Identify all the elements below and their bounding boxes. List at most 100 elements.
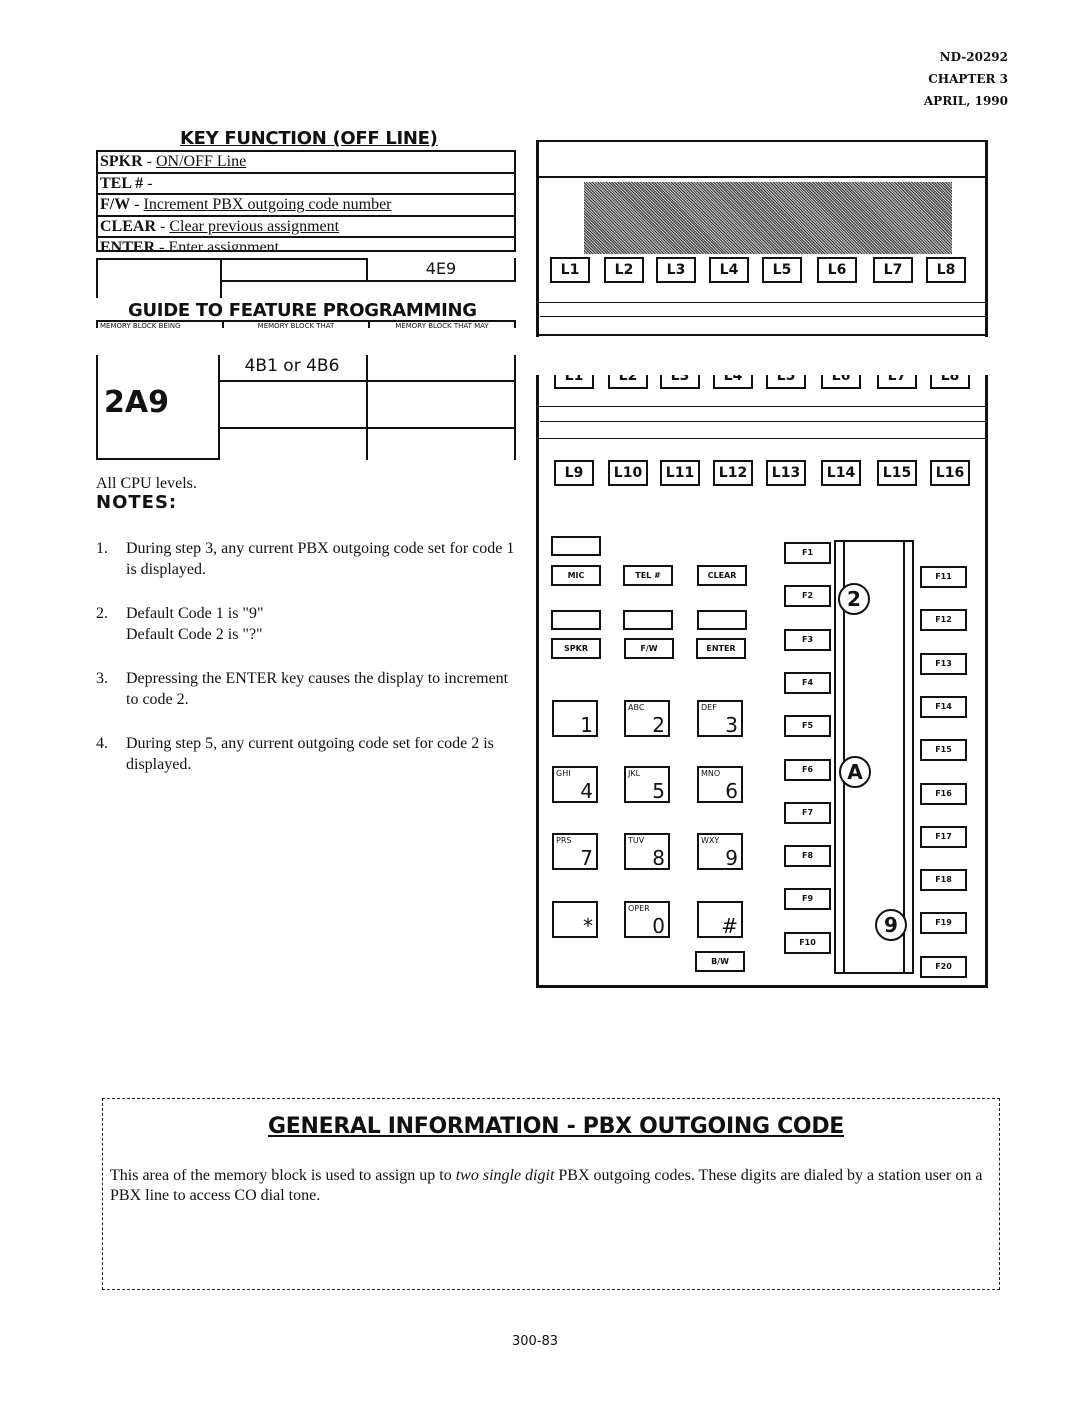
dial-key-digit: 9 xyxy=(725,846,738,870)
function-key-f1[interactable]: F1 xyxy=(784,542,831,564)
key-spkr[interactable]: SPKR xyxy=(551,638,601,659)
dial-key-4[interactable]: GHI 4 xyxy=(552,766,598,803)
line-key-l1[interactable]: L1 xyxy=(550,257,590,283)
dial-key-*[interactable]: * xyxy=(552,901,598,938)
line-key-l6[interactable]: L6 xyxy=(817,257,857,283)
function-key-f12[interactable]: F12 xyxy=(920,609,967,632)
line-key-l5[interactable]: L5 xyxy=(762,257,802,283)
dial-key-6[interactable]: MNO 6 xyxy=(697,766,743,803)
key-bw[interactable]: B/W xyxy=(695,951,745,972)
dial-key-7[interactable]: PRS 7 xyxy=(552,833,598,870)
line-key-ghost-l7: L7 xyxy=(877,375,917,389)
line-key-ghost-l4: L4 xyxy=(713,375,753,389)
note-number: 2. xyxy=(96,605,108,622)
line-key-ghost-l5: L5 xyxy=(766,375,806,389)
line-key-l3[interactable]: L3 xyxy=(656,257,696,283)
line-key-l7[interactable]: L7 xyxy=(873,257,913,283)
dial-key-letters: WXY xyxy=(701,836,720,845)
blank-key[interactable] xyxy=(697,610,747,630)
doc-number: ND-20292 xyxy=(939,50,1008,64)
function-key-f19[interactable]: F19 xyxy=(920,912,967,935)
function-key-f20[interactable]: F20 xyxy=(920,955,967,978)
blank-key[interactable] xyxy=(623,610,673,630)
related-blocks: 4B1 or 4B6 xyxy=(244,356,340,376)
function-key-f14[interactable]: F14 xyxy=(920,695,967,718)
dial-key-digit: 7 xyxy=(580,846,593,870)
key-function-row: SPKR - ON/OFF Line xyxy=(98,152,514,174)
key-name: F/W xyxy=(100,196,131,213)
line-key-l2[interactable]: L2 xyxy=(604,257,644,283)
line-key-l10[interactable]: L10 xyxy=(608,460,648,486)
dial-key-9[interactable]: WXY 9 xyxy=(697,833,743,870)
key-name: CLEAR xyxy=(100,217,157,235)
line-key-l8[interactable]: L8 xyxy=(926,257,966,283)
line-key-l4[interactable]: L4 xyxy=(709,257,749,283)
function-key-f9[interactable]: F9 xyxy=(784,888,831,911)
divider xyxy=(540,316,986,317)
dial-key-#[interactable]: # xyxy=(697,901,743,938)
dial-key-1[interactable]: 1 xyxy=(552,700,598,737)
step-marker-circle: 2 xyxy=(838,583,870,615)
line-key-ghost-l1: L1 xyxy=(554,375,594,389)
key-function-row: ENTER - Enter assignment xyxy=(98,238,514,252)
line-key-l11[interactable]: L11 xyxy=(660,460,700,486)
dial-key-letters: MNO xyxy=(701,769,721,778)
note-item: 4. During step 5, any current outgoing co… xyxy=(96,733,516,775)
key-enter[interactable]: ENTER xyxy=(696,638,746,659)
function-key-f4[interactable]: F4 xyxy=(784,671,831,694)
guide-title: GUIDE TO FEATURE PROGRAMMING xyxy=(128,300,477,321)
note-text: During step 5, any current outgoing code… xyxy=(126,735,494,773)
function-key-f3[interactable]: F3 xyxy=(784,628,831,651)
function-key-f8[interactable]: F8 xyxy=(784,845,831,868)
key-mic[interactable]: MIC xyxy=(551,565,601,586)
body-emphasis: two single digit xyxy=(455,1167,555,1184)
divider xyxy=(538,406,986,407)
function-key-f5[interactable]: F5 xyxy=(784,715,831,738)
line-key-l16[interactable]: L16 xyxy=(930,460,970,486)
dial-key-letters: GHI xyxy=(556,769,571,778)
key-name: ENTER xyxy=(100,239,156,252)
note-number: 1. xyxy=(96,540,108,557)
line-key-l14[interactable]: L14 xyxy=(821,460,861,486)
note-number: 4. xyxy=(96,735,108,752)
line-key-l15[interactable]: L15 xyxy=(877,460,917,486)
line-key-ghost-l2: L2 xyxy=(608,375,648,389)
note-text: Depressing the ENTER key causes the disp… xyxy=(126,670,509,708)
dial-key-digit: # xyxy=(721,914,738,938)
dial-key-digit: 6 xyxy=(725,779,738,803)
function-key-f16[interactable]: F16 xyxy=(920,782,967,805)
blank-key[interactable] xyxy=(551,610,601,630)
function-key-f15[interactable]: F15 xyxy=(920,739,967,762)
key-name: TEL # xyxy=(100,174,144,192)
key-fw[interactable]: F/W xyxy=(624,638,674,659)
blank-key[interactable] xyxy=(551,536,601,556)
dial-key-8[interactable]: TUV 8 xyxy=(624,833,670,870)
divider xyxy=(366,355,368,460)
dial-key-0[interactable]: OPER 0 xyxy=(624,901,670,938)
dial-key-5[interactable]: JKL 5 xyxy=(624,766,670,803)
general-info-title: GENERAL INFORMATION - PBX OUTGOING CODE xyxy=(268,1114,845,1139)
dial-key-3[interactable]: DEF 3 xyxy=(697,700,743,737)
function-key-f13[interactable]: F13 xyxy=(920,652,967,675)
dial-key-digit: 4 xyxy=(580,779,593,803)
function-key-f6[interactable]: F6 xyxy=(784,758,831,781)
dial-key-letters: OPER xyxy=(628,904,650,913)
function-key-f7[interactable]: F7 xyxy=(784,801,831,824)
function-key-f11[interactable]: F11 xyxy=(920,566,967,588)
function-key-f17[interactable]: F17 xyxy=(920,825,967,848)
general-info-body: This area of the memory block is used to… xyxy=(110,1166,990,1206)
function-key-f18[interactable]: F18 xyxy=(920,869,967,892)
line-key-l12[interactable]: L12 xyxy=(713,460,753,486)
dial-key-2[interactable]: ABC 2 xyxy=(624,700,670,737)
line-key-l13[interactable]: L13 xyxy=(766,460,806,486)
key-description: Clear previous assignment xyxy=(169,217,340,235)
function-key-f2[interactable]: F2 xyxy=(784,585,831,608)
function-key-f10[interactable]: F10 xyxy=(784,931,831,954)
memory-block-id: 2A9 xyxy=(96,355,220,460)
dial-key-digit: * xyxy=(583,914,593,938)
dial-key-digit: 8 xyxy=(652,846,665,870)
line-key-l9[interactable]: L9 xyxy=(554,460,594,486)
key-clear[interactable]: CLEAR xyxy=(697,565,747,586)
key-tel[interactable]: TEL # xyxy=(623,565,673,586)
notes-title: NOTES: xyxy=(96,492,178,513)
